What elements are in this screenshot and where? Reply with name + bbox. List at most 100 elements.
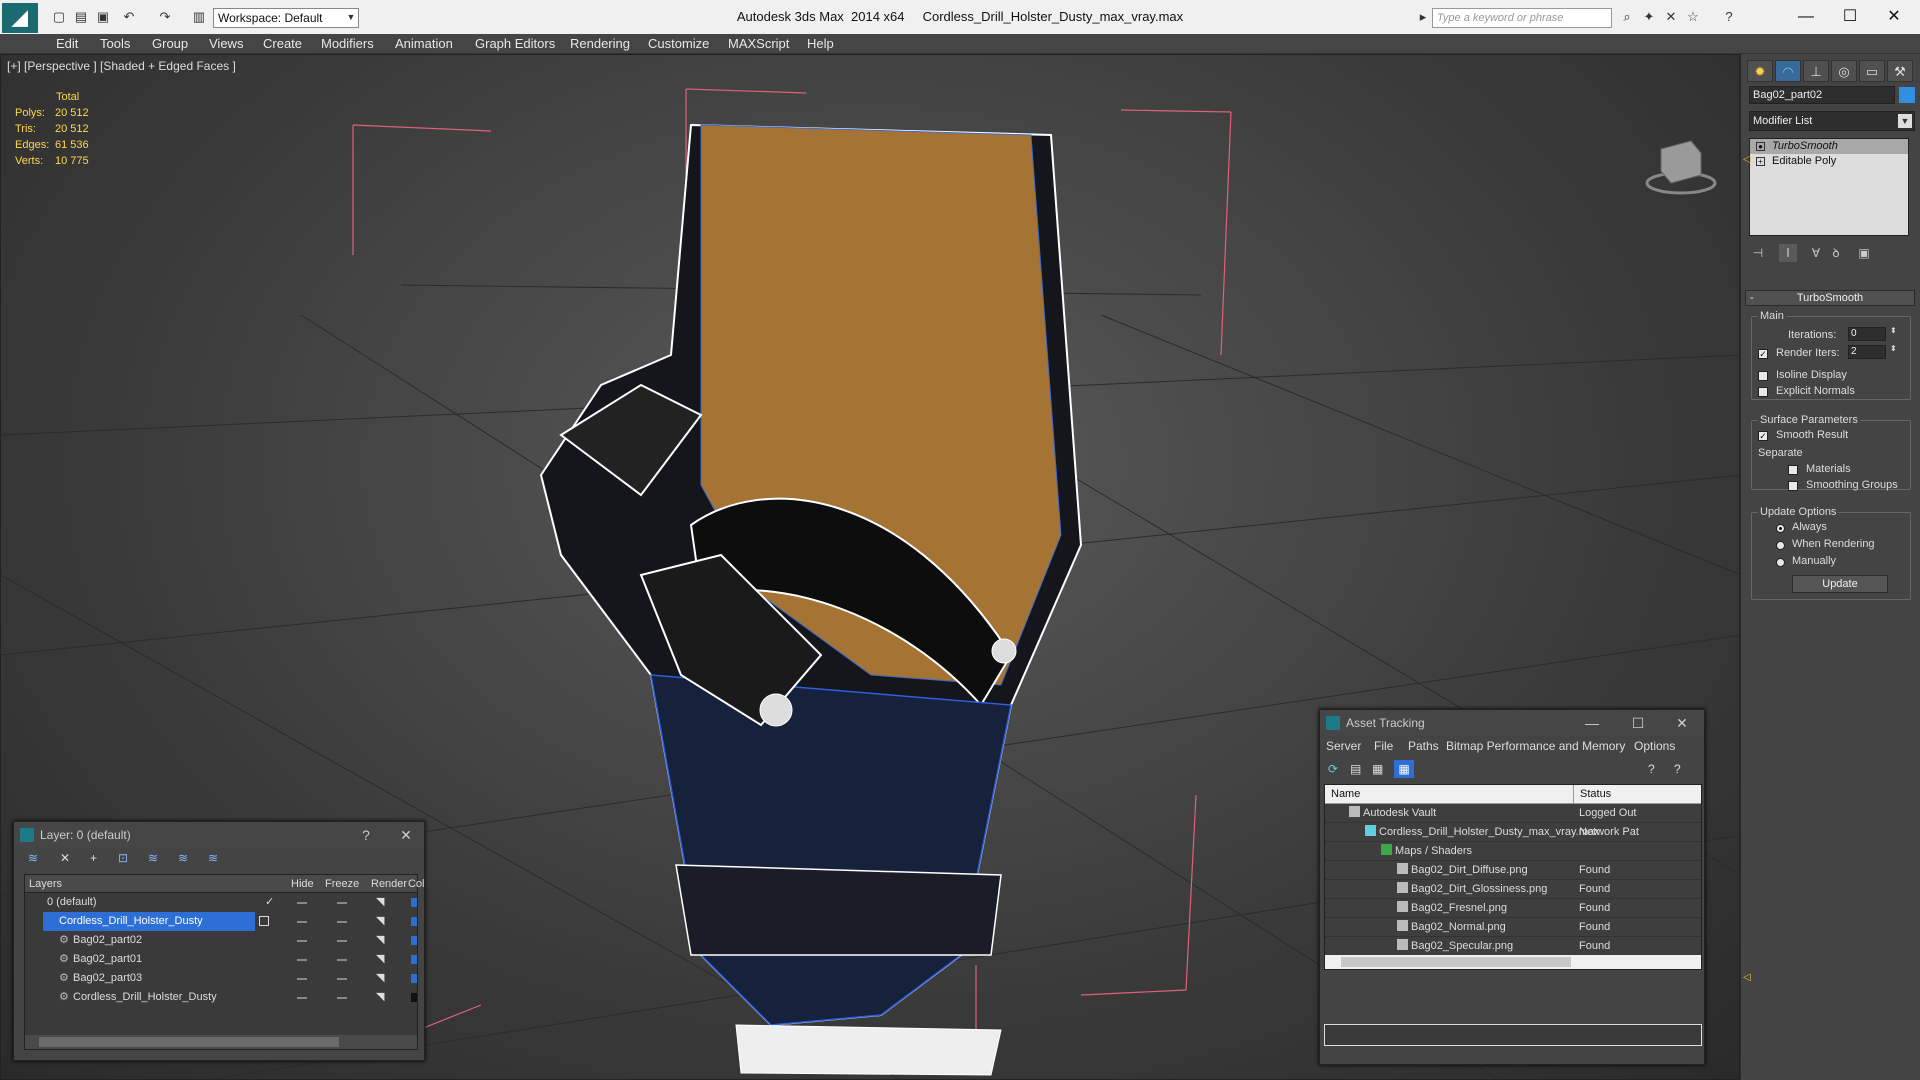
lightbulb-icon[interactable]: ● [1756, 142, 1765, 151]
asset-row[interactable]: Bag02_Normal.png Found [1325, 918, 1701, 937]
help-icon[interactable]: ? [1648, 762, 1655, 776]
spinner-arrows-icon[interactable]: ⬍ [1890, 344, 1897, 353]
make-unique-icon[interactable]: ∀ [1807, 244, 1825, 262]
project-folder-icon[interactable]: ▥ [190, 8, 208, 26]
panel-collapse-arrow-icon[interactable]: ◁ [1743, 154, 1751, 165]
menu-modifiers[interactable]: Modifiers [321, 36, 374, 51]
binoculars-icon[interactable]: ⌕ [1618, 8, 1636, 26]
asset-row[interactable]: Autodesk Vault Logged Out [1325, 804, 1701, 823]
set-current-layer-icon[interactable]: ≋ [178, 851, 188, 865]
stack-item-turbosmooth[interactable]: ● TurboSmooth [1750, 139, 1908, 154]
layer-row[interactable]: ⚙ Bag02_part03 ◥ [25, 969, 417, 988]
app-logo-icon[interactable]: ◢ [2, 3, 38, 33]
utilities-tab-icon[interactable]: ⚒ [1887, 60, 1913, 82]
favorites-star-icon[interactable]: ☆ [1684, 8, 1702, 26]
render-teapot-icon[interactable]: ◥ [376, 931, 384, 950]
layer-color-swatch[interactable] [411, 898, 417, 907]
layer-row[interactable]: ⚙ Bag02_part02 ◥ [25, 931, 417, 950]
render-iters-spinner[interactable]: 2 [1848, 345, 1886, 359]
asset-window-titlebar[interactable]: Asset Tracking — ☐ ✕ [1320, 710, 1704, 736]
pin-stack-icon[interactable]: ⊣ [1749, 244, 1767, 262]
menu-help[interactable]: Help [807, 36, 834, 51]
layer-row[interactable]: Cordless_Drill_Holster_Dusty ◥ [25, 912, 417, 931]
menu-graph-editors[interactable]: Graph Editors [475, 36, 555, 51]
turbosmooth-rollout-header[interactable]: - TurboSmooth [1745, 290, 1915, 306]
workspace-dropdown[interactable]: Workspace: Default [213, 8, 359, 28]
layer-window-titlebar[interactable]: Layer: 0 (default) ? ✕ [14, 822, 424, 848]
menu-maxscript[interactable]: MAXScript [728, 36, 789, 51]
menu-views[interactable]: Views [209, 36, 243, 51]
col-color[interactable]: Col [408, 875, 425, 893]
render-teapot-icon[interactable]: ◥ [376, 969, 384, 988]
layer-row[interactable]: 0 (default) ✓ ◥ [25, 893, 417, 912]
layer-color-swatch[interactable] [411, 955, 417, 964]
asset-row[interactable]: Bag02_Dirt_Diffuse.png Found [1325, 861, 1701, 880]
thumbnail-view-icon[interactable]: ▦ [1372, 762, 1383, 776]
iterations-spinner[interactable]: 0 [1848, 327, 1886, 341]
asset-row[interactable]: Maps / Shaders [1325, 842, 1701, 861]
layer-row[interactable]: ⚙ Bag02_part01 ◥ [25, 950, 417, 969]
layer-row[interactable]: ⚙ Cordless_Drill_Holster_Dusty ◥ [25, 988, 417, 1007]
modifier-list-dropdown[interactable]: Modifier List ▼ [1749, 111, 1915, 131]
layer-color-swatch[interactable] [411, 974, 417, 983]
save-file-icon[interactable]: ▣ [94, 8, 112, 26]
hierarchy-tab-icon[interactable]: ⊥ [1803, 60, 1829, 82]
col-name[interactable]: Name [1331, 785, 1360, 803]
scrollbar-thumb[interactable] [39, 1037, 339, 1047]
create-tab-icon[interactable]: ✹ [1747, 60, 1773, 82]
update-button[interactable]: Update [1792, 575, 1888, 593]
always-radio[interactable] [1776, 524, 1785, 533]
smoothing-groups-checkbox[interactable] [1788, 481, 1798, 491]
layer-color-swatch[interactable] [411, 993, 417, 1002]
menu-tools[interactable]: Tools [100, 36, 130, 51]
col-freeze[interactable]: Freeze [325, 875, 359, 893]
object-color-swatch[interactable] [1899, 87, 1915, 103]
maximize-icon[interactable]: ☐ [1838, 6, 1862, 28]
layer-checkbox-icon[interactable] [259, 916, 269, 926]
asset-row[interactable]: Bag02_Fresnel.png Found [1325, 899, 1701, 918]
spinner-arrows-icon[interactable]: ⬍ [1890, 326, 1897, 335]
menu-file[interactable]: File [1374, 739, 1393, 753]
expand-plus-icon[interactable]: + [1756, 157, 1765, 166]
select-objects-icon[interactable]: ⊡ [118, 851, 128, 865]
asset-row[interactable]: Bag02_Dirt_Glossiness.png Found [1325, 880, 1701, 899]
menu-customize[interactable]: Customize [648, 36, 709, 51]
manually-radio[interactable] [1776, 558, 1785, 567]
viewport-label[interactable]: [+] [Perspective ] [Shaded + Edged Faces… [7, 59, 236, 73]
delete-layer-icon[interactable]: ✕ [60, 851, 70, 865]
object-name-field[interactable]: Bag02_part02 [1749, 86, 1895, 104]
motion-tab-icon[interactable]: ◎ [1831, 60, 1857, 82]
maximize-icon[interactable]: ☐ [1626, 710, 1650, 736]
menu-server[interactable]: Server [1326, 739, 1361, 753]
communication-icon[interactable]: ✕ [1662, 8, 1680, 26]
menu-group[interactable]: Group [152, 36, 188, 51]
menu-create[interactable]: Create [263, 36, 302, 51]
add-to-layer-icon[interactable]: + [90, 851, 97, 865]
layer-color-swatch[interactable] [411, 936, 417, 945]
show-end-result-icon[interactable]: Ⅰ [1779, 244, 1797, 262]
asset-path-field[interactable] [1324, 1024, 1702, 1046]
new-layer-icon[interactable]: ≋ [28, 851, 38, 865]
render-teapot-icon[interactable]: ◥ [376, 893, 384, 912]
subscription-icon[interactable]: ✦ [1640, 8, 1658, 26]
menu-animation[interactable]: Animation [395, 36, 453, 51]
remove-modifier-icon[interactable]: ꝺ [1827, 244, 1845, 262]
smooth-result-checkbox[interactable]: ✓ [1758, 431, 1768, 441]
menu-rendering[interactable]: Rendering [570, 36, 630, 51]
stack-item-editable-poly[interactable]: + Editable Poly [1750, 154, 1908, 169]
minimize-icon[interactable]: — [1580, 710, 1604, 736]
asset-row[interactable]: Cordless_Drill_Holster_Dusty_max_vray.ma… [1325, 823, 1701, 842]
perspective-viewport[interactable]: [+] [Perspective ] [Shaded + Edged Faces… [0, 54, 1740, 1080]
menu-options[interactable]: Options [1634, 739, 1675, 753]
table-view-icon[interactable]: ▦ [1394, 760, 1414, 778]
search-expand-icon[interactable]: ▸ [1414, 8, 1432, 26]
layer-horizontal-scrollbar[interactable] [25, 1035, 417, 1049]
open-file-icon[interactable]: ▤ [72, 8, 90, 26]
menu-paths[interactable]: Paths [1408, 739, 1439, 753]
scrollbar-thumb[interactable] [1341, 957, 1571, 967]
modify-tab-icon[interactable]: ◠ [1775, 60, 1801, 82]
render-iters-checkbox[interactable]: ✓ [1758, 349, 1768, 359]
configure-sets-icon[interactable]: ▣ [1855, 244, 1873, 262]
undo-icon[interactable]: ↶ [120, 8, 138, 26]
isoline-display-checkbox[interactable] [1758, 371, 1768, 381]
